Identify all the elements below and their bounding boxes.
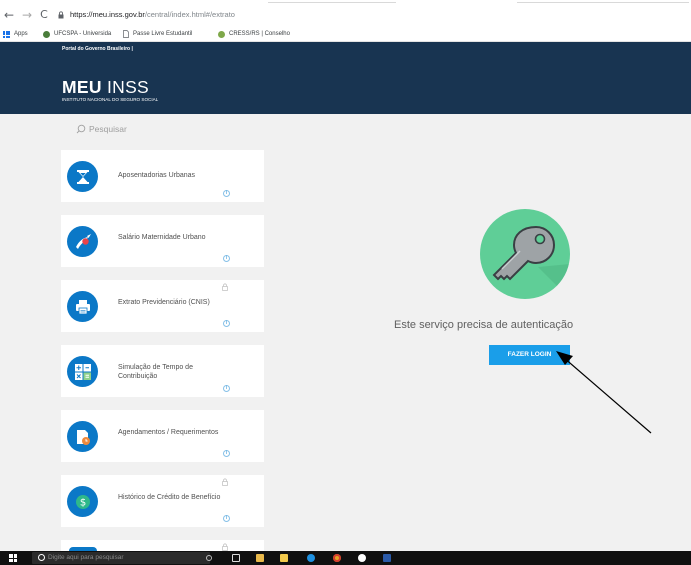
lock-icon (222, 478, 228, 486)
document-clock-icon (67, 421, 98, 452)
stork-icon (67, 226, 98, 257)
svg-text:$: $ (79, 497, 85, 508)
app-icon[interactable] (358, 554, 366, 562)
word-icon[interactable] (383, 554, 391, 562)
info-icon[interactable]: i (223, 450, 230, 457)
bookmark-label: CRESS/RS | Conselho (229, 31, 290, 37)
key-icon (480, 209, 570, 299)
service-label: Simulação de Tempo de Contribuição (118, 364, 193, 380)
gov-portal-link[interactable]: Portal do Governo Brasileiro | (62, 46, 133, 52)
main-content: Este serviço precisa de autenticação FAZ… (280, 114, 691, 551)
service-card-extrato-cnis[interactable]: Extrato Previdenciário (CNIS) i (61, 280, 264, 332)
service-card-partial[interactable] (61, 540, 264, 551)
cress-favicon-icon (218, 30, 225, 38)
taskbar-search-placeholder: Digite aqui para pesquisar (48, 554, 124, 561)
calculator-icon (67, 356, 98, 387)
brand-bold: MEU (62, 77, 102, 97)
site-header: Portal do Governo Brasileiro | MEU INSS … (0, 42, 691, 114)
bookmark-apps[interactable]: Apps (3, 28, 28, 40)
printer-icon (67, 291, 98, 322)
brand-light: INSS (106, 77, 150, 97)
edge-icon[interactable] (307, 554, 315, 562)
info-icon[interactable]: i (223, 320, 230, 327)
store-icon[interactable] (256, 554, 264, 562)
back-arrow-icon[interactable]: ← (3, 8, 15, 22)
taskbar: Digite aqui para pesquisar (0, 551, 691, 565)
info-icon[interactable]: i (223, 515, 230, 522)
microphone-icon[interactable] (206, 555, 212, 561)
services-sidebar: Pesquisar Aposentadorias Urbanas i Salár… (0, 114, 280, 551)
service-card-simulacao[interactable]: Simulação de Tempo de Contribuição i (61, 345, 264, 397)
service-label: Agendamentos / Requerimentos (118, 429, 219, 436)
search-icon (76, 124, 86, 134)
file-explorer-icon[interactable] (280, 554, 288, 562)
document-icon (123, 30, 129, 38)
info-icon[interactable]: i (223, 255, 230, 262)
bookmark-cress[interactable]: CRESS/RS | Conselho (218, 28, 290, 40)
address-bar[interactable]: https://meu.inss.gov.br/central/index.ht… (70, 9, 235, 21)
service-label: Extrato Previdenciário (CNIS) (118, 299, 210, 306)
tab-outline[interactable] (268, 2, 396, 3)
lock-icon (222, 543, 228, 551)
apps-grid-icon (3, 30, 10, 38)
url-path: /central/index.html#/extrato (144, 10, 235, 19)
browser-toolbar: ← → C https://meu.inss.gov.br/central/in… (0, 6, 691, 26)
service-label: Salário Maternidade Urbano (118, 234, 206, 241)
tab-outline[interactable] (517, 2, 689, 3)
screen: ← → C https://meu.inss.gov.br/central/in… (0, 0, 691, 565)
service-card-agendamentos[interactable]: Agendamentos / Requerimentos i (61, 410, 264, 462)
search-field[interactable]: Pesquisar (76, 122, 127, 136)
search-placeholder: Pesquisar (89, 124, 127, 134)
site-logo[interactable]: MEU INSS (62, 77, 149, 97)
cortana-icon (38, 554, 45, 561)
login-button[interactable]: FAZER LOGIN (489, 345, 570, 365)
info-icon[interactable]: i (223, 385, 230, 392)
lock-icon (58, 11, 64, 19)
bookmark-label: UFCSPA - Universida (54, 31, 112, 37)
forward-arrow-icon[interactable]: → (21, 8, 33, 22)
chrome-icon[interactable] (333, 554, 341, 562)
bookmarks-bar: Apps UFCSPA - Universida Passe Livre Est… (0, 26, 691, 42)
brand-subtitle: INSTITUTO NACIONAL DO SEGURO SOCIAL (62, 97, 159, 102)
info-icon[interactable]: i (223, 190, 230, 197)
reload-icon[interactable]: C (38, 8, 50, 22)
taskbar-search[interactable]: Digite aqui para pesquisar (32, 552, 210, 564)
windows-start-icon[interactable] (9, 554, 17, 562)
auth-required-message: Este serviço precisa de autenticação (394, 319, 574, 331)
service-card-historico-credito[interactable]: $ Histórico de Crédito de Benefício i (61, 475, 264, 527)
lock-icon (222, 283, 228, 291)
bookmark-passe-livre[interactable]: Passe Livre Estudantil (123, 28, 192, 40)
service-card-aposentadorias[interactable]: Aposentadorias Urbanas i (61, 150, 264, 202)
ufcspa-favicon-icon (43, 30, 50, 38)
service-label: Histórico de Crédito de Benefício (118, 494, 221, 501)
hourglass-icon (67, 161, 98, 192)
url-host: https://meu.inss.gov.br (70, 10, 145, 19)
service-label: Aposentadorias Urbanas (118, 172, 196, 179)
bookmark-ufcspa[interactable]: UFCSPA - Universida (43, 28, 111, 40)
bookmark-label: Apps (14, 31, 28, 37)
task-view-icon[interactable] (232, 554, 240, 562)
service-card-salario-maternidade[interactable]: Salário Maternidade Urbano i (61, 215, 264, 267)
dollar-icon: $ (67, 486, 98, 517)
bookmark-label: Passe Livre Estudantil (133, 31, 193, 37)
